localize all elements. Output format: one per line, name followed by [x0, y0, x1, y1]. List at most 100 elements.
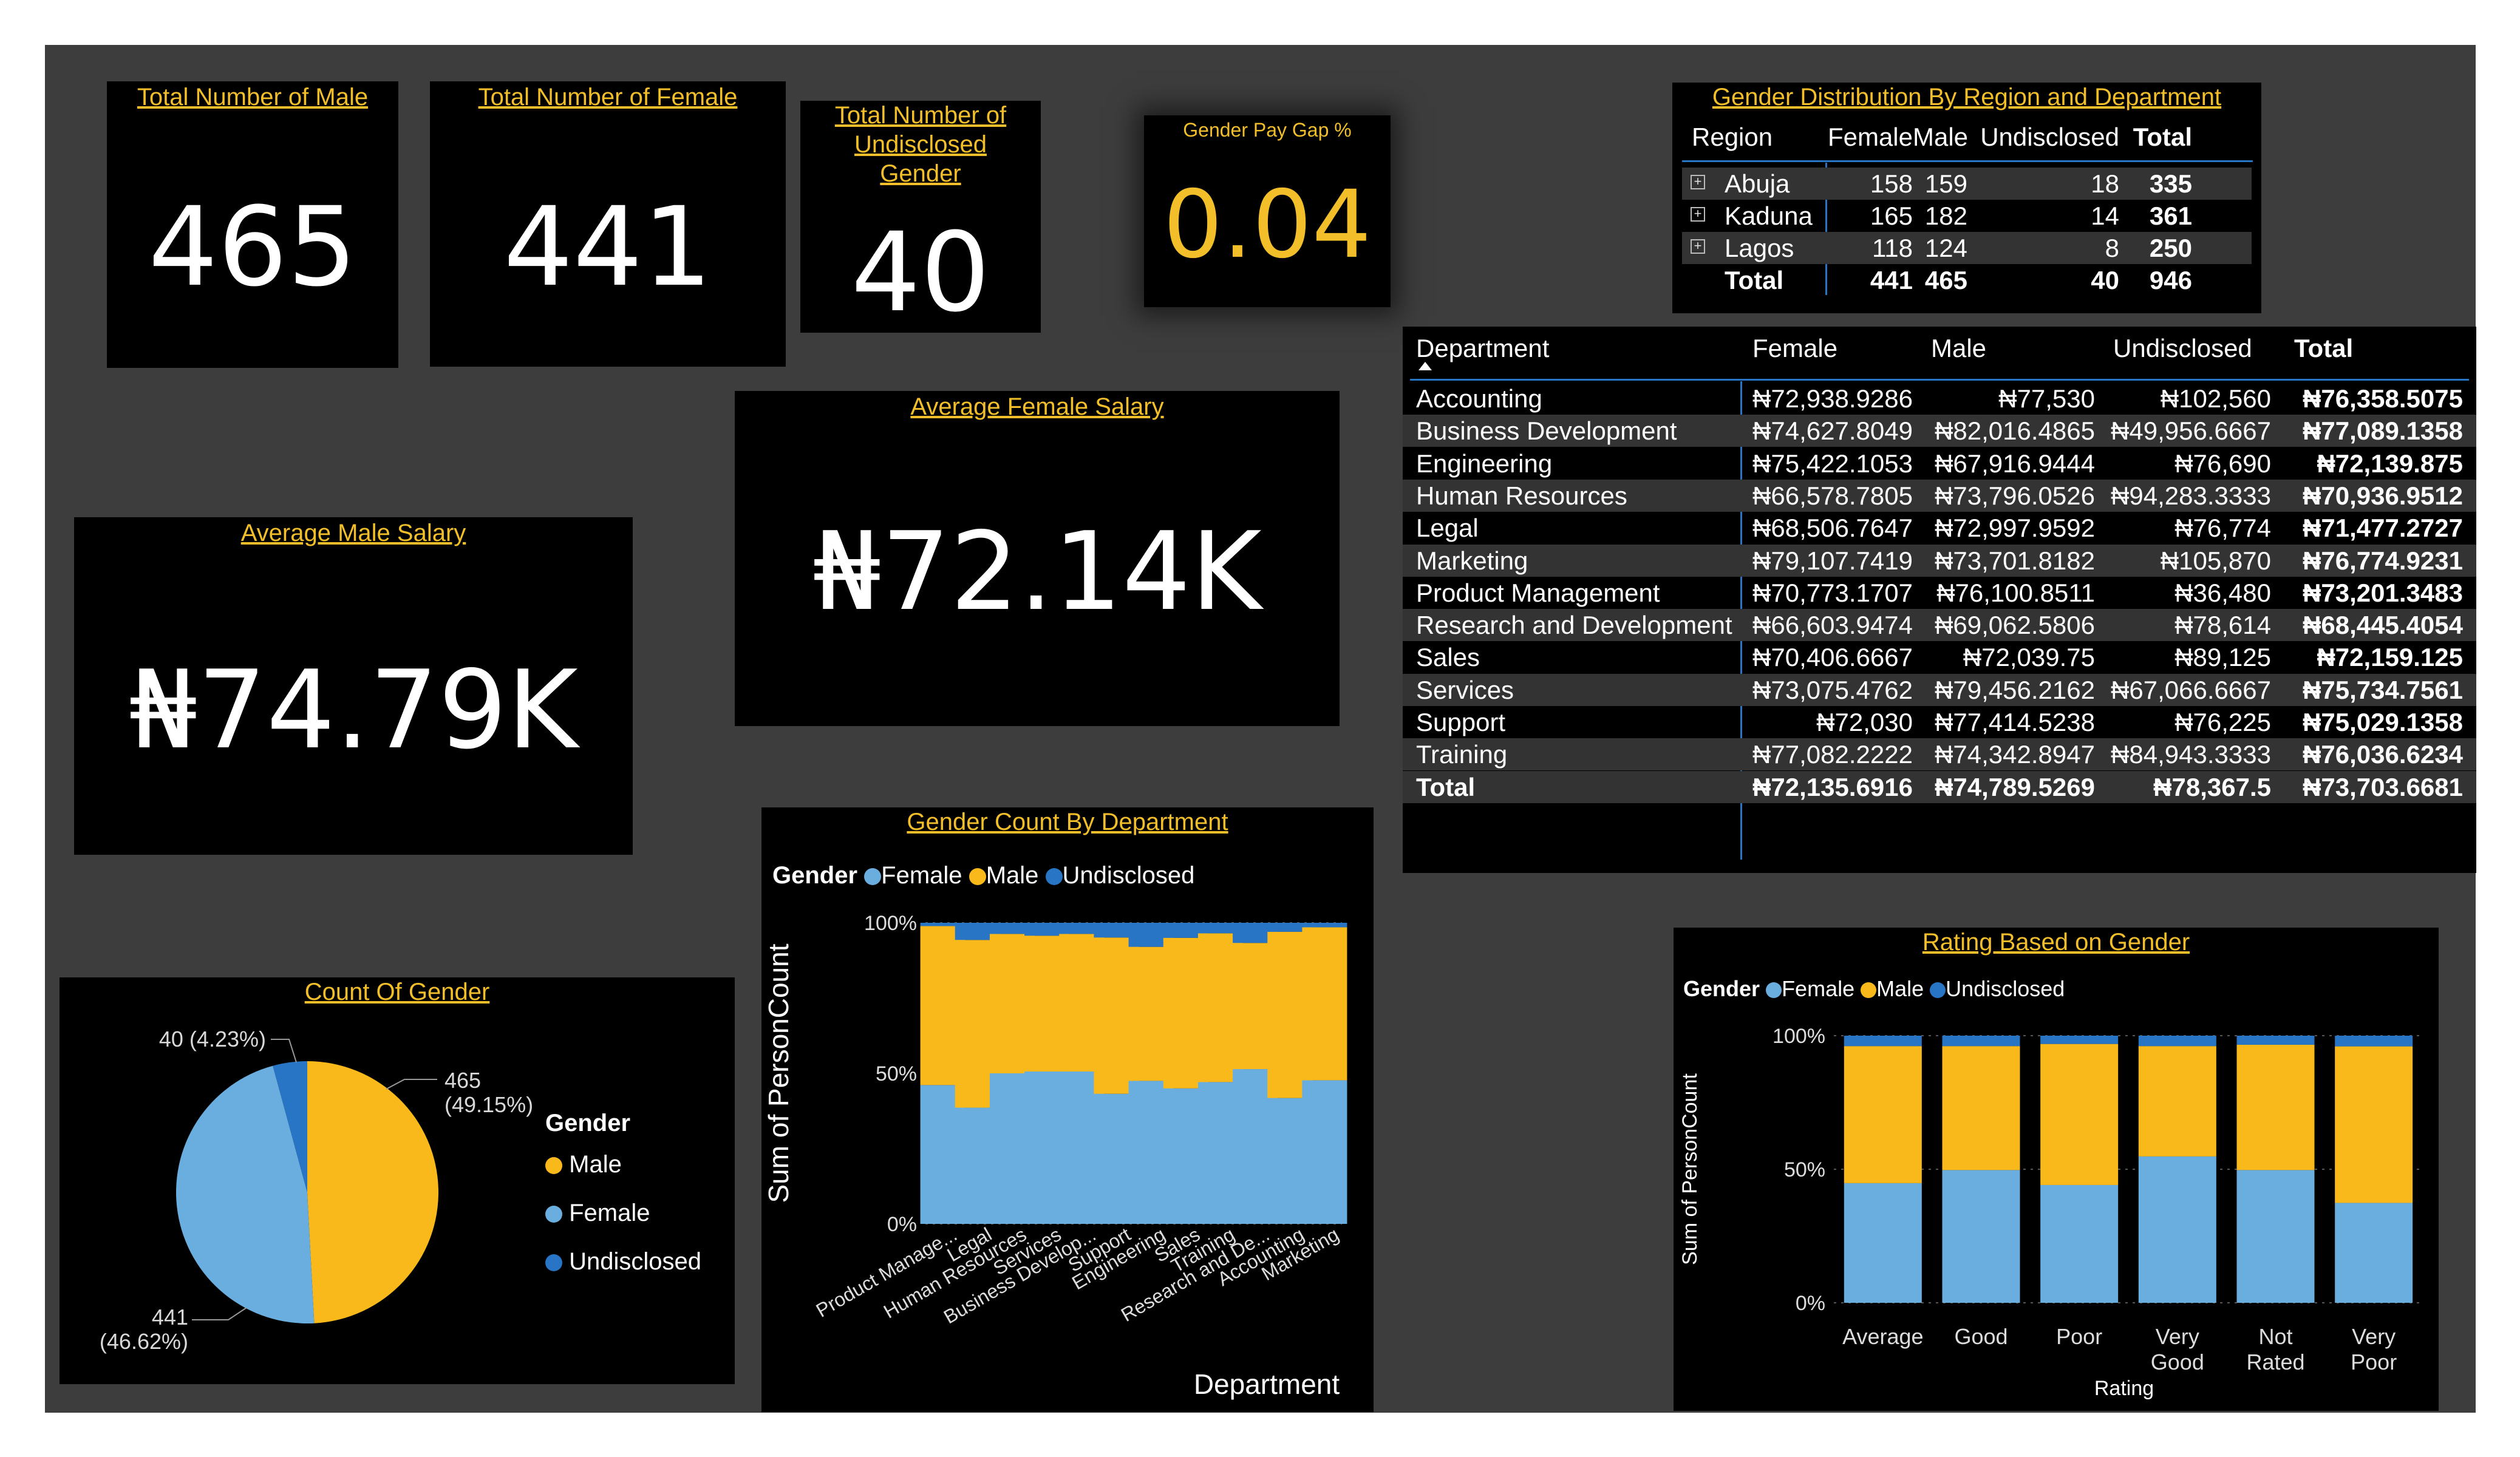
- dept-row[interactable]: Product Management ₦70,773.1707 ₦76,100.85…: [1403, 577, 2476, 609]
- bar-segment-male[interactable]: [1844, 1046, 1922, 1183]
- dept-row[interactable]: Accounting ₦72,938.9286 ₦77,530 ₦102,560 ₦76…: [1403, 382, 2476, 415]
- region-table-title[interactable]: Gender Distribution By Region and Depart…: [1672, 83, 2261, 112]
- dept-row[interactable]: Marketing ₦79,107.7419 ₦73,701.8182 ₦105,87…: [1403, 544, 2476, 577]
- kpi-avg-female-value: ₦72.14K: [812, 509, 1262, 634]
- region-row[interactable]: + Kaduna 165 182 14 361: [1682, 200, 2252, 232]
- bar-segment-undisclosed[interactable]: [1844, 1036, 1922, 1047]
- bar-segment-undisclosed[interactable]: [2040, 1036, 2119, 1044]
- region-cell: 8: [2105, 234, 2119, 262]
- x-tick-label: Very: [2352, 1324, 2396, 1349]
- region-total-row[interactable]: Total 441 465 40 946: [1682, 264, 2252, 296]
- kpi-card-avg-female-salary[interactable]: Average Female Salary ₦72.14K: [735, 391, 1340, 726]
- kpi-card-undisclosed[interactable]: Total Number of Undisclosed Gender 40: [800, 101, 1041, 334]
- male-swatch: [545, 1157, 562, 1175]
- bar-segment-male[interactable]: [1942, 1046, 2020, 1170]
- pie-label-undisclosed: 40 (4.23%): [159, 1027, 266, 1051]
- dept-row[interactable]: Support ₦72,030 ₦77,414.5238 ₦76,225 ₦75,029…: [1403, 706, 2476, 738]
- region-cell: Kaduna: [1725, 202, 1813, 230]
- region-cell: Lagos: [1725, 234, 1794, 262]
- plus-box-icon[interactable]: +: [1691, 207, 1705, 222]
- kpi-avg-male-title: Average Male Salary: [240, 520, 466, 546]
- sort-ascending-icon[interactable]: [1418, 362, 1432, 370]
- dept-cell: Legal: [1416, 514, 1479, 543]
- dept-total-row[interactable]: Total ₦72,135.6916 ₦74,789.5269 ₦78,367.5 ₦7…: [1403, 770, 2476, 803]
- rating-bar-chart: 100%50%0%Average Good Poor VeryGoodNotRated…: [1678, 1025, 2423, 1400]
- dept-header-male[interactable]: Male: [1931, 331, 1986, 374]
- pie-chart-panel: Count Of Gender 465 (49.15%) 441 (46.62%) 40…: [60, 977, 735, 1384]
- bar-segment-female[interactable]: [2040, 1184, 2119, 1303]
- dept-row[interactable]: Sales ₦70,406.6667 ₦72,039.75 ₦89,125 ₦72,15…: [1403, 641, 2476, 673]
- bar-segment-undisclosed[interactable]: [2236, 1036, 2315, 1045]
- dept-cell: ₦73,075.4762: [1752, 675, 1913, 704]
- region-header-region[interactable]: Region: [1692, 120, 1773, 163]
- bar-segment-male[interactable]: [2138, 1046, 2216, 1156]
- dept-row[interactable]: Services ₦73,075.4762 ₦79,456.2162 ₦67,066.…: [1403, 673, 2476, 706]
- bar-segment-female[interactable]: [1844, 1183, 1922, 1303]
- region-header-undisclosed[interactable]: Undisclosed: [1967, 120, 2119, 163]
- region-table-panel: Gender Distribution By Region and Depart…: [1672, 83, 2261, 313]
- bar-segment-female[interactable]: [2236, 1170, 2315, 1303]
- dept-cell: ₦74,627.8049: [1752, 416, 1913, 446]
- dept-row[interactable]: Business Development ₦74,627.8049 ₦82,016.…: [1403, 415, 2476, 447]
- bar-segment-male[interactable]: [2040, 1044, 2119, 1185]
- region-header-total[interactable]: Total: [2119, 120, 2192, 163]
- bar-segment-female[interactable]: [2335, 1203, 2413, 1303]
- bar-segment-female[interactable]: [1302, 1080, 1347, 1224]
- region-header-male[interactable]: Male: [1913, 120, 1968, 163]
- bar-segment-male[interactable]: [2236, 1044, 2315, 1170]
- kpi-card-avg-male-salary[interactable]: Average Male Salary ₦74.79K: [74, 517, 633, 855]
- dept-cell: ₦70,406.6667: [1752, 643, 1913, 672]
- bar-segment-undisclosed[interactable]: [1302, 923, 1347, 928]
- dept-cell: Support: [1416, 708, 1506, 736]
- plus-box-icon[interactable]: +: [1691, 239, 1705, 254]
- dept-header-total[interactable]: Total: [2294, 331, 2353, 374]
- dept-row[interactable]: Training ₦77,082.2222 ₦74,342.8947 ₦84,943.…: [1403, 738, 2476, 771]
- x-tick-label: Poor: [2351, 1350, 2397, 1374]
- region-cell: 18: [2091, 169, 2119, 198]
- pie-leader-line: [271, 1039, 297, 1063]
- y-tick-label: 50%: [1784, 1158, 1825, 1181]
- pie-legend-item-female[interactable]: Female: [545, 1189, 701, 1237]
- dept-header-undisclosed[interactable]: Undisclosed: [2113, 331, 2252, 374]
- dept-bar-chart-panel: Gender Count By Department Gender Female…: [761, 807, 1374, 1412]
- pie-leader-line: [386, 1079, 437, 1090]
- pie-slice-male[interactable]: [307, 1061, 438, 1323]
- region-row[interactable]: + Lagos 118 124 8 250: [1682, 232, 2252, 264]
- dept-cell: ₦68,506.7647: [1752, 514, 1913, 543]
- dept-row[interactable]: Research and Development ₦66,603.9474 ₦69,…: [1403, 609, 2476, 642]
- bar-segment-undisclosed[interactable]: [2138, 1036, 2216, 1047]
- region-cell: 182: [1924, 202, 1967, 230]
- region-cell: 14: [2091, 202, 2119, 230]
- bar-segment-undisclosed[interactable]: [2335, 1036, 2413, 1047]
- bar-segment-undisclosed[interactable]: [1942, 1036, 2020, 1047]
- dept-header-female[interactable]: Female: [1752, 331, 1837, 374]
- x-tick-label: Very: [2156, 1324, 2199, 1349]
- kpi-card-pay-gap[interactable]: Gender Pay Gap % 0.04: [1144, 115, 1391, 307]
- kpi-card-male[interactable]: Total Number of Male 465: [107, 81, 398, 368]
- dept-row[interactable]: Human Resources ₦66,578.7805 ₦73,796.0526 ₦…: [1403, 479, 2476, 512]
- kpi-pay-gap-title: Gender Pay Gap %: [1183, 119, 1352, 141]
- dept-cell: ₦76,774: [2174, 514, 2271, 543]
- dept-header-department[interactable]: Department: [1416, 331, 1549, 374]
- plus-box-icon[interactable]: +: [1691, 175, 1705, 189]
- kpi-card-female[interactable]: Total Number of Female 441: [430, 81, 786, 367]
- region-header-female[interactable]: Female: [1822, 120, 1913, 163]
- region-row[interactable]: + Abuja 158 159 18 335: [1682, 168, 2252, 200]
- x-axis-title: Department: [1194, 1368, 1340, 1400]
- dept-row[interactable]: Engineering ₦75,422.1053 ₦67,916.9444 ₦76,6…: [1403, 447, 2476, 480]
- bar-segment-male[interactable]: [2335, 1046, 2413, 1203]
- bar-segment-female[interactable]: [1942, 1170, 2020, 1303]
- pie-legend-item-male[interactable]: Male: [545, 1140, 701, 1189]
- pie-legend-item-undisclosed[interactable]: Undisclosed: [545, 1237, 701, 1286]
- dept-cell: Services: [1416, 675, 1514, 704]
- dept-cell: ₦102,560: [2160, 384, 2271, 413]
- region-cell: 40: [2091, 266, 2119, 294]
- dept-row[interactable]: Legal ₦68,506.7647 ₦72,997.9592 ₦76,774 ₦71,…: [1403, 512, 2476, 544]
- y-tick-label: 50%: [876, 1062, 917, 1085]
- pie-legend-title: Gender: [545, 1110, 631, 1136]
- y-tick-label: 100%: [864, 912, 917, 935]
- bar-segment-female[interactable]: [2138, 1156, 2216, 1303]
- region-cell: 335: [2149, 169, 2192, 198]
- bar-segment-male[interactable]: [1302, 927, 1347, 1081]
- region-table-header: Region Female Male Undisclosed Total: [1682, 120, 2253, 163]
